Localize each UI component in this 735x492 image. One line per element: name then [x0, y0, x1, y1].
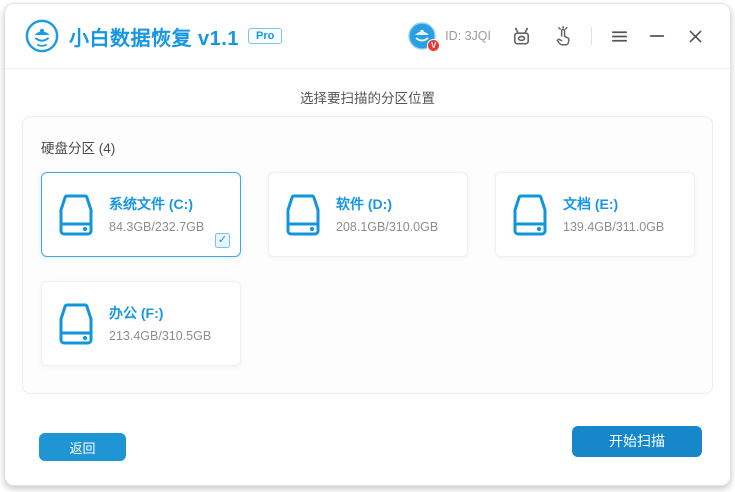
app-title: 小白数据恢复 v1.1	[69, 22, 239, 51]
hdd-icon	[56, 301, 96, 347]
vip-badge: V	[427, 39, 440, 52]
hdd-icon	[283, 192, 323, 238]
partitions-panel: 硬盘分区 (4) 系统文件 (C:) 84.3GB/232.7GB ✓	[22, 116, 713, 394]
panel-label: 硬盘分区 (4)	[41, 137, 694, 157]
title-bar: 小白数据恢复 v1.1 Pro V ID: 3JQI	[5, 4, 730, 69]
partition-size: 84.3GB/232.7GB	[109, 220, 204, 234]
partition-card-e[interactable]: 文档 (E:) 139.4GB/311.0GB	[495, 172, 695, 257]
partition-card-f[interactable]: 办公 (F:) 213.4GB/310.5GB	[41, 281, 241, 366]
partition-size: 208.1GB/310.0GB	[336, 220, 438, 234]
page-title: 选择要扫描的分区位置	[5, 87, 730, 107]
footer-bar: 返回 开始扫描	[5, 412, 730, 470]
menu-button[interactable]	[608, 25, 630, 47]
start-scan-button[interactable]: 开始扫描	[572, 426, 702, 457]
app-window: 小白数据恢复 v1.1 Pro V ID: 3JQI	[4, 3, 731, 486]
remote-help-icon[interactable]	[509, 24, 533, 48]
user-id: ID: 3JQI	[445, 29, 491, 43]
hdd-icon	[510, 192, 550, 238]
partition-name: 系统文件 (C:)	[109, 194, 204, 214]
minimize-button[interactable]	[646, 25, 668, 47]
partition-size: 213.4GB/310.5GB	[109, 329, 211, 343]
partition-card-c[interactable]: 系统文件 (C:) 84.3GB/232.7GB ✓	[41, 172, 241, 257]
pro-badge: Pro	[248, 28, 282, 44]
partition-checkbox[interactable]: ✓	[215, 233, 230, 248]
user-avatar[interactable]: V	[408, 22, 436, 50]
partition-size: 139.4GB/311.0GB	[563, 220, 664, 234]
close-button[interactable]	[684, 25, 706, 47]
back-button[interactable]: 返回	[39, 433, 126, 461]
partition-grid: 系统文件 (C:) 84.3GB/232.7GB ✓ 软件 (D:) 208.1…	[41, 172, 694, 366]
hdd-icon	[56, 192, 96, 238]
touch-pointer-icon[interactable]	[551, 24, 575, 48]
partition-card-d[interactable]: 软件 (D:) 208.1GB/310.0GB	[268, 172, 468, 257]
app-logo-icon	[25, 19, 59, 53]
partition-name: 办公 (F:)	[109, 303, 211, 323]
partition-name: 文档 (E:)	[563, 194, 664, 214]
header-separator	[591, 27, 592, 45]
partition-name: 软件 (D:)	[336, 194, 438, 214]
